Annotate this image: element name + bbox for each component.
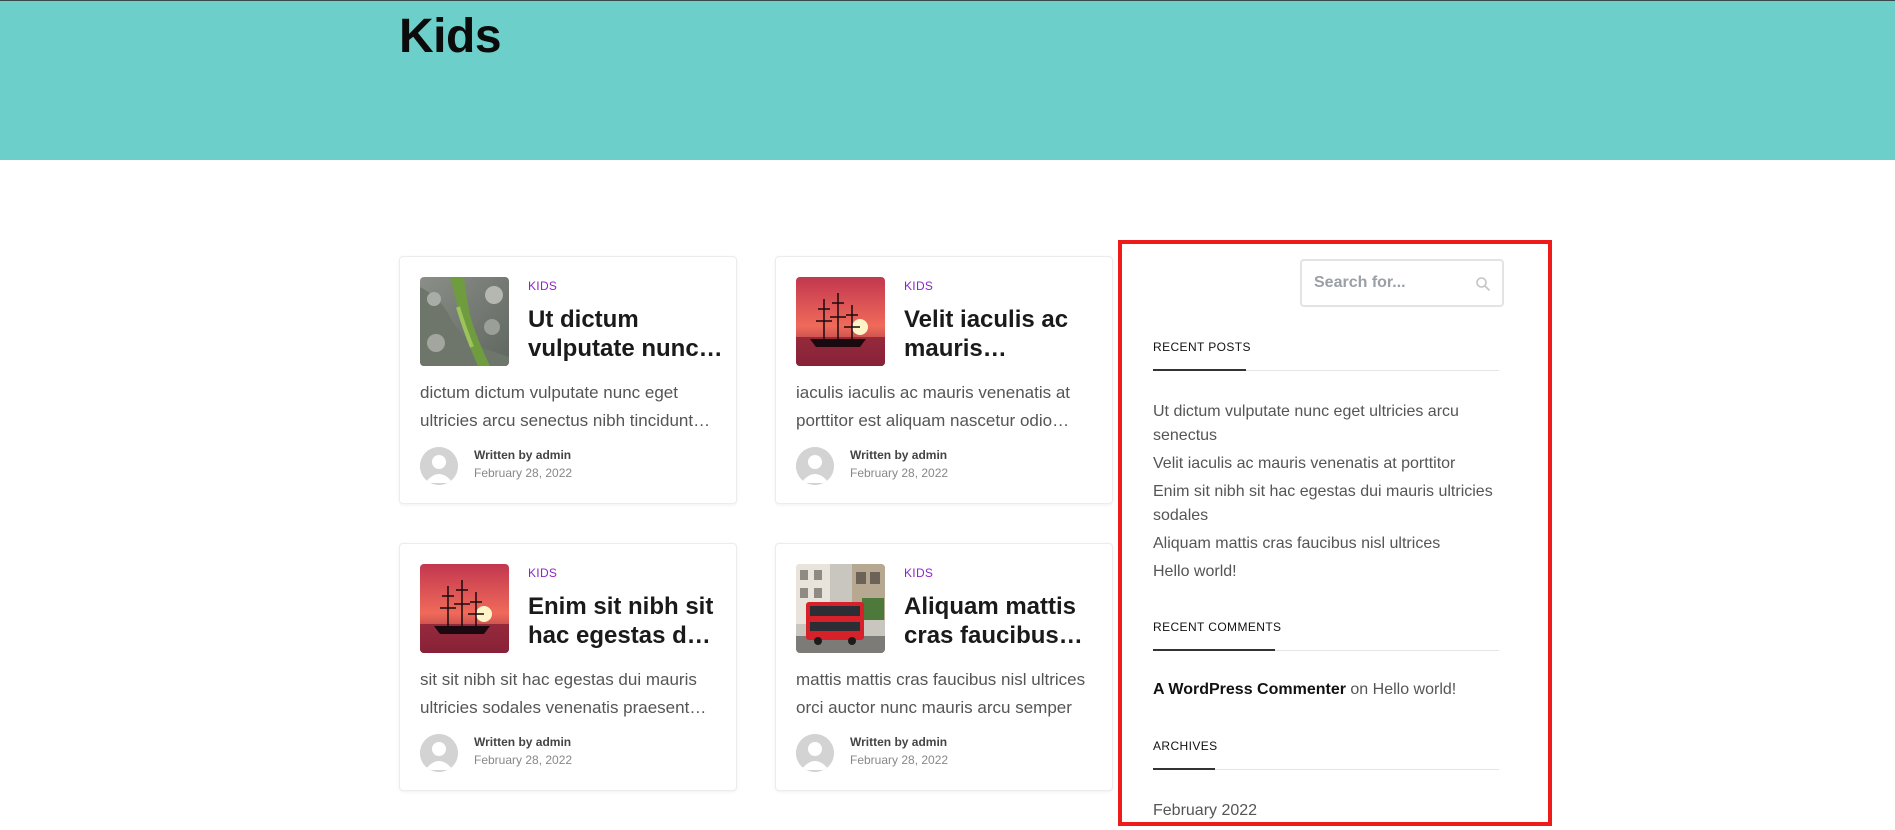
- user-avatar-icon: [420, 734, 458, 772]
- pirate-ship-sunset-image: [796, 277, 885, 366]
- post-title-link[interactable]: Enim sit nibh sit hac egestas dui mauris…: [528, 592, 724, 650]
- post-card: KIDS Aliquam mattis cras faucibus nisl u…: [775, 543, 1113, 791]
- widget-divider: [1153, 649, 1499, 651]
- author-avatar: [420, 734, 458, 772]
- sidebar: RECENT POSTS Ut dictum vulputate nunc eg…: [1118, 240, 1552, 826]
- recent-post-link[interactable]: Ut dictum vulputate nunc eget ultricies …: [1153, 400, 1499, 448]
- post-thumbnail[interactable]: [420, 277, 509, 366]
- author-avatar: [796, 734, 834, 772]
- post-title-link[interactable]: Ut dictum vulputate nunc eget ultricies …: [528, 305, 724, 363]
- page-title: Kids: [399, 10, 502, 63]
- post-date: February 28, 2022: [474, 466, 573, 480]
- post-date: February 28, 2022: [474, 753, 573, 767]
- post-author[interactable]: Written by admin: [850, 448, 947, 462]
- author-avatar: [796, 447, 834, 485]
- comment-author-link[interactable]: A WordPress Commenter: [1153, 681, 1346, 698]
- post-thumbnail[interactable]: [796, 277, 885, 366]
- post-thumbnail[interactable]: [420, 564, 509, 653]
- pirate-ship-sunset-image: [420, 564, 509, 653]
- recent-comment: A WordPress Commenter on Hello world!: [1153, 681, 1456, 699]
- widget-divider: [1153, 768, 1499, 770]
- post-author[interactable]: Written by admin: [850, 735, 947, 749]
- post-card: KIDS Ut dictum vulputate nunc eget ultri…: [399, 256, 737, 504]
- recent-post-link[interactable]: Velit iaculis ac mauris venenatis at por…: [1153, 452, 1499, 476]
- post-category-link[interactable]: KIDS: [904, 566, 933, 580]
- post-author[interactable]: Written by admin: [474, 448, 571, 462]
- page-header: Kids: [0, 0, 1895, 160]
- recent-post-link[interactable]: Aliquam mattis cras faucibus nisl ultric…: [1153, 532, 1499, 556]
- widget-title-archives: ARCHIVES: [1153, 739, 1218, 753]
- red-bus-street-image: [796, 564, 885, 653]
- post-title-link[interactable]: Velit iaculis ac mauris venenatis at por…: [904, 305, 1100, 363]
- post-title-link[interactable]: Aliquam mattis cras faucibus nisl ultric…: [904, 592, 1100, 650]
- archive-link[interactable]: February 2022: [1153, 799, 1499, 823]
- search-box: [1300, 259, 1504, 307]
- user-avatar-icon: [420, 447, 458, 485]
- recent-post-link[interactable]: Enim sit nibh sit hac egestas dui mauris…: [1153, 480, 1499, 528]
- post-excerpt: mattis mattis cras faucibus nisl ultrice…: [796, 670, 1086, 717]
- post-date: February 28, 2022: [850, 466, 949, 480]
- post-category-link[interactable]: KIDS: [528, 279, 557, 293]
- aerial-river-image: [420, 277, 509, 366]
- post-author[interactable]: Written by admin: [474, 735, 571, 749]
- post-category-link[interactable]: KIDS: [904, 279, 933, 293]
- search-input[interactable]: [1314, 271, 1464, 295]
- author-avatar: [420, 447, 458, 485]
- search-icon[interactable]: [1474, 275, 1492, 293]
- widget-title-recent-posts: RECENT POSTS: [1153, 340, 1251, 354]
- post-card: KIDS Enim sit nibh sit hac egestas dui m…: [399, 543, 737, 791]
- post-thumbnail[interactable]: [796, 564, 885, 653]
- recent-post-link[interactable]: Hello world!: [1153, 560, 1499, 584]
- post-date: February 28, 2022: [850, 753, 949, 767]
- post-excerpt: dictum dictum vulputate nunc eget ultric…: [420, 383, 694, 430]
- post-excerpt: sit sit nibh sit hac egestas dui mauris …: [420, 670, 697, 717]
- user-avatar-icon: [796, 447, 834, 485]
- post-category-link[interactable]: KIDS: [528, 566, 557, 580]
- user-avatar-icon: [796, 734, 834, 772]
- comment-post-link[interactable]: Hello world!: [1373, 681, 1457, 698]
- post-card: KIDS Velit iaculis ac mauris venenatis a…: [775, 256, 1113, 504]
- post-excerpt: iaculis iaculis ac mauris venenatis at p…: [796, 383, 1071, 430]
- widget-title-recent-comments: RECENT COMMENTS: [1153, 620, 1282, 634]
- widget-divider: [1153, 369, 1499, 371]
- comment-connector: on: [1350, 681, 1369, 698]
